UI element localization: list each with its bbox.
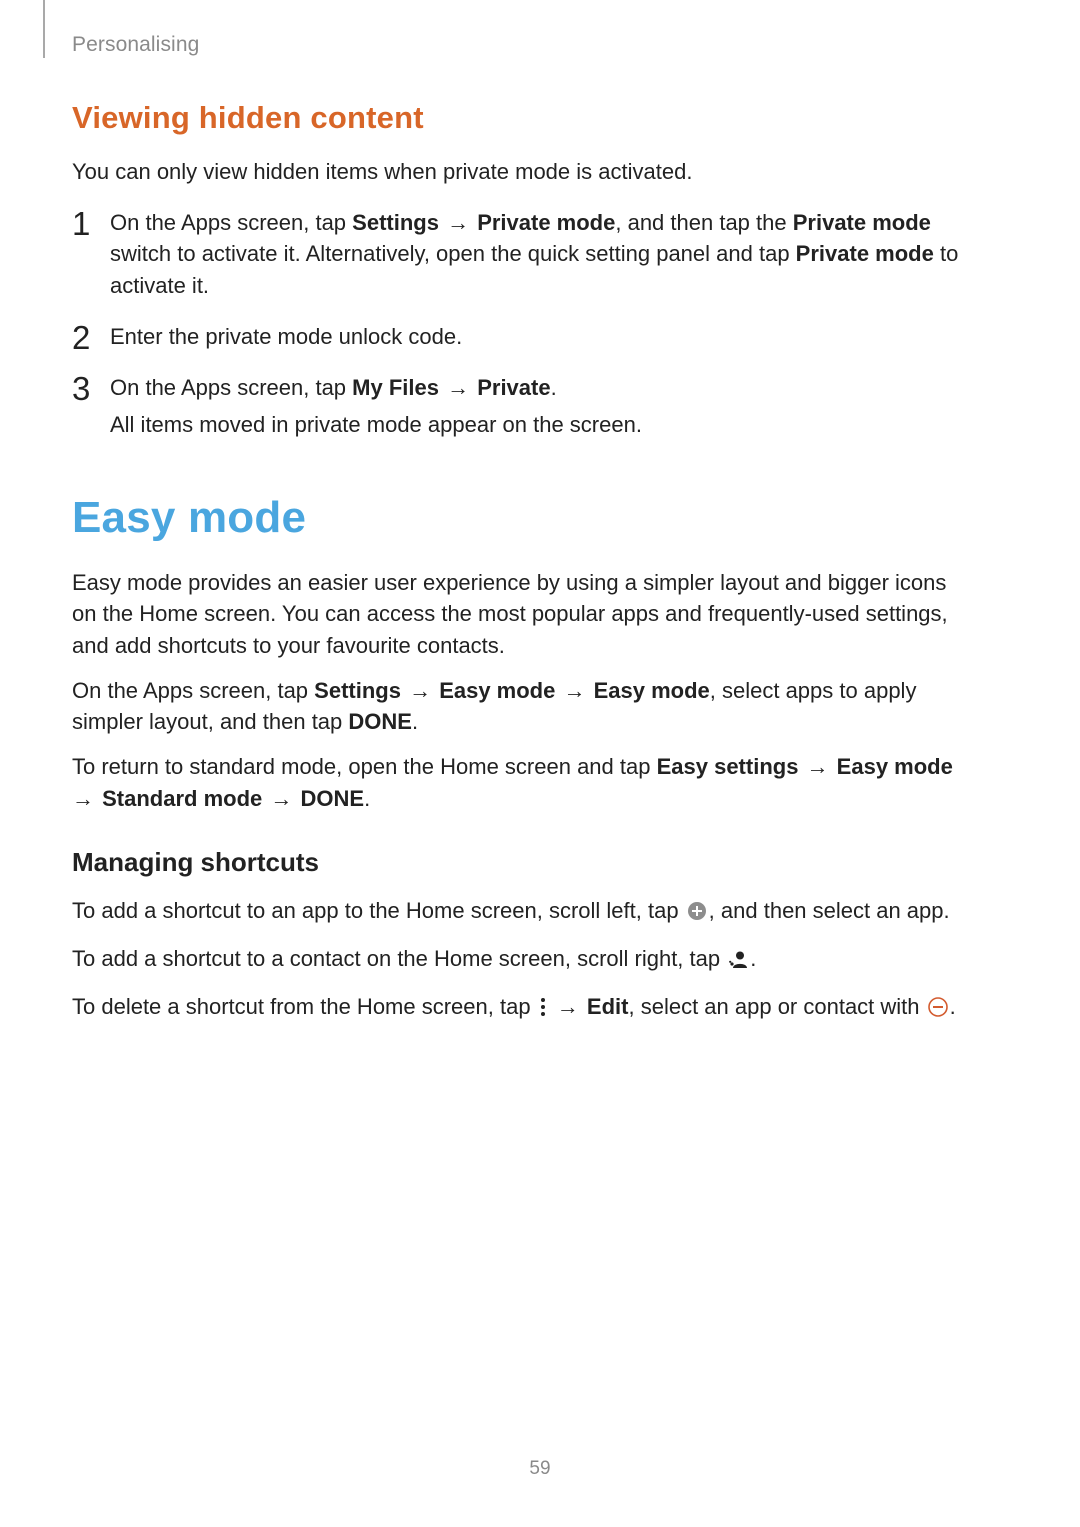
section-header: Personalising — [72, 30, 199, 60]
page-number: 59 — [0, 1456, 1080, 1483]
plus-circle-icon — [687, 898, 707, 929]
step-3-line2: All items moved in private mode appear o… — [110, 409, 972, 440]
header-rule — [43, 0, 45, 58]
step-3: On the Apps screen, tap My Files → Priva… — [72, 372, 972, 440]
heading-viewing-hidden-content: Viewing hidden content — [72, 96, 972, 140]
add-contact-icon — [728, 946, 748, 977]
more-options-icon — [539, 994, 547, 1025]
page: Personalising Viewing hidden content You… — [0, 0, 1080, 1527]
shortcut-line-1: To add a shortcut to an app to the Home … — [72, 895, 972, 929]
shortcut-line-2: To add a shortcut to a contact on the Ho… — [72, 943, 972, 977]
easy-mode-para-2: On the Apps screen, tap Settings → Easy … — [72, 675, 972, 737]
subheading-managing-shortcuts: Managing shortcuts — [72, 844, 972, 881]
content-area: Viewing hidden content You can only view… — [72, 96, 972, 1025]
step-1-text: On the Apps screen, tap Settings → Priva… — [110, 207, 972, 301]
heading-easy-mode: Easy mode — [72, 487, 972, 549]
easy-mode-para-3: To return to standard mode, open the Hom… — [72, 751, 972, 813]
step-2: Enter the private mode unlock code. — [72, 321, 972, 352]
step-3-line1: On the Apps screen, tap My Files → Priva… — [110, 372, 972, 403]
step-2-text: Enter the private mode unlock code. — [110, 321, 972, 352]
step-1: On the Apps screen, tap Settings → Priva… — [72, 207, 972, 301]
lead-text: You can only view hidden items when priv… — [72, 156, 972, 187]
minus-circle-icon — [928, 994, 948, 1025]
easy-mode-para-1: Easy mode provides an easier user experi… — [72, 567, 972, 661]
shortcut-line-3: To delete a shortcut from the Home scree… — [72, 991, 972, 1025]
steps-list: On the Apps screen, tap Settings → Priva… — [72, 207, 972, 440]
